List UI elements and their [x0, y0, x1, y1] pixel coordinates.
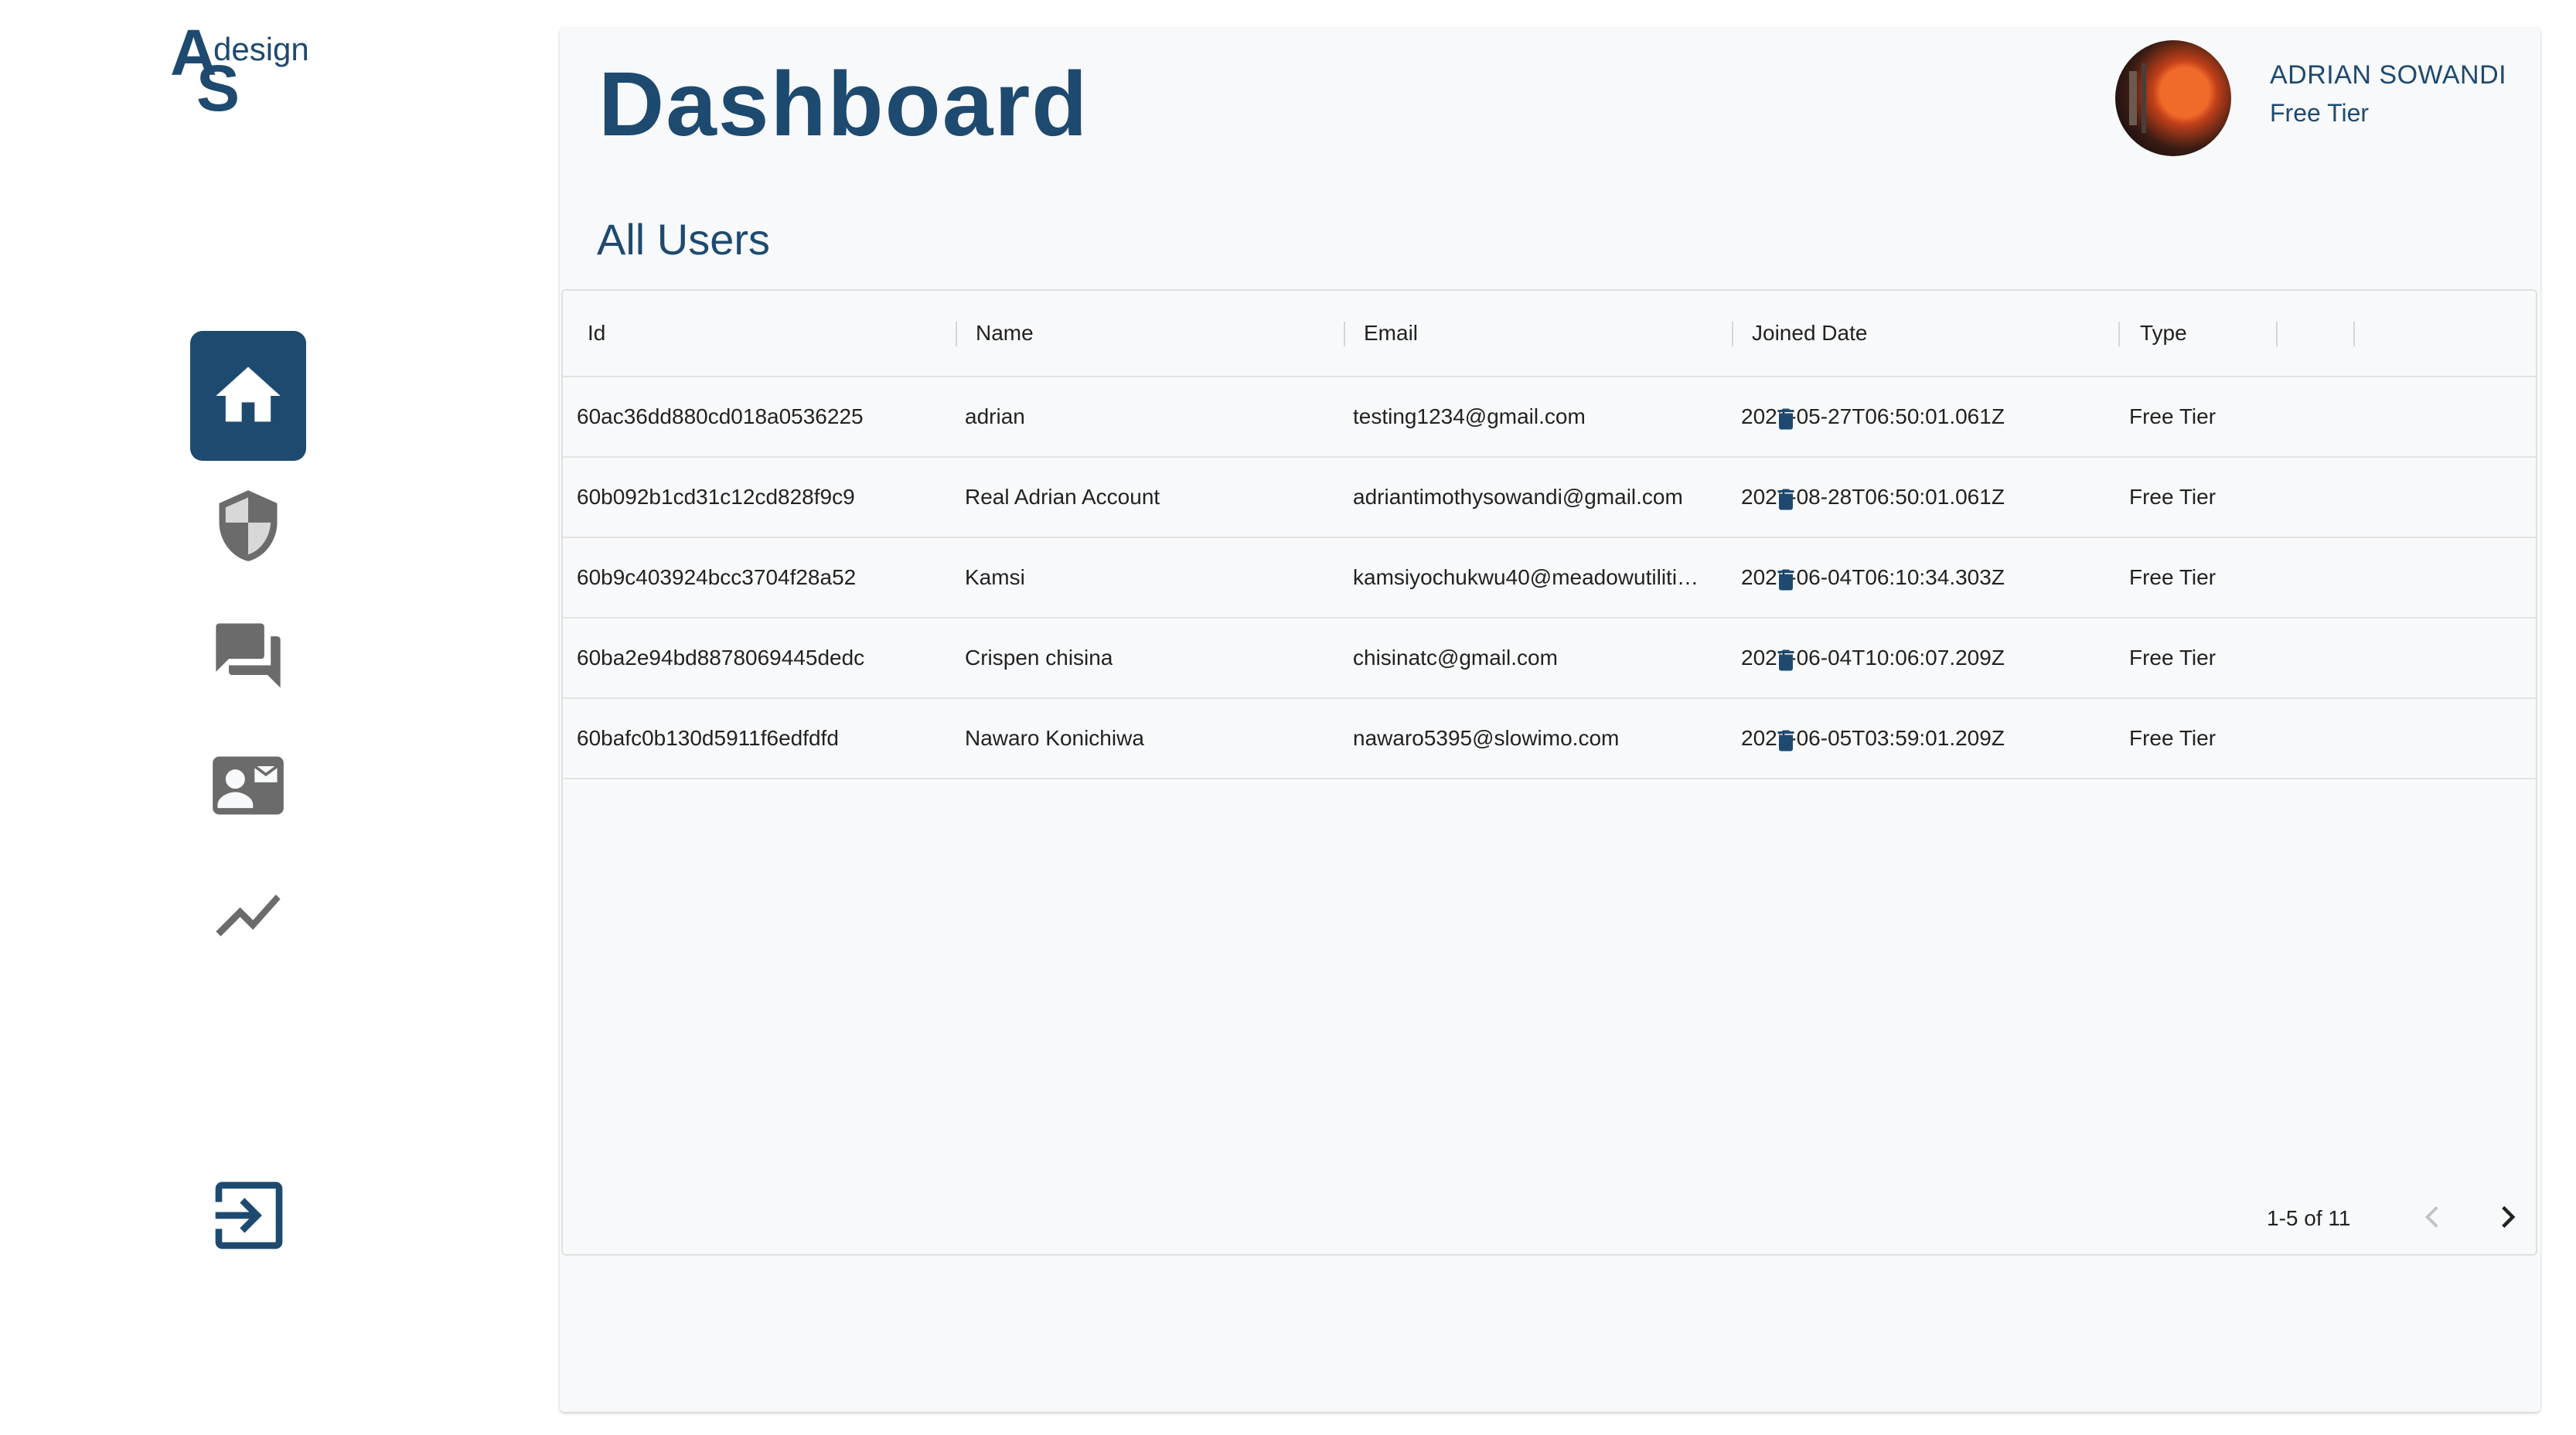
table-header: Id Name Email Joined Date Type [563, 291, 2536, 377]
cell-email-text: chisinatc@gmail.com [1353, 646, 1558, 670]
cell-type-text: Free Tier [2129, 404, 2217, 428]
page-title: Dashboard [598, 53, 1089, 155]
chat-icon [216, 623, 281, 688]
table-row[interactable]: 60ac36dd880cd018a0536225 adrian testing123… [563, 377, 2536, 458]
delete-icon[interactable] [1772, 725, 1800, 756]
column-header-email[interactable]: Email [1364, 291, 1418, 376]
column-separator[interactable] [2276, 322, 2278, 346]
chevron-left-icon [2424, 1206, 2438, 1228]
cell-email: nawaro5395@slowimo.com [1353, 699, 1709, 778]
shield-icon [219, 490, 278, 561]
cell-id-text: 60ba2e94bd8878069445dedc [577, 646, 865, 670]
cell-name: Real Adrian Account [965, 458, 1328, 537]
contact-card-icon [213, 756, 284, 815]
column-header-name[interactable]: Name [976, 291, 1034, 376]
cell-email-text: adriantimothysowandi@gmail.com [1353, 485, 1683, 509]
logout-icon [215, 1181, 283, 1249]
next-page-button[interactable] [2485, 1194, 2531, 1240]
cell-type-text: Free Tier [2129, 565, 2217, 589]
cell-type-text: Free Tier [2129, 646, 2217, 670]
cell-name: Kamsi [965, 538, 1328, 617]
cell-name-text: adrian [965, 404, 1025, 428]
sidebar-item-analytics[interactable] [190, 850, 306, 980]
delete-icon[interactable] [1772, 564, 1800, 595]
cell-email-text: kamsiyochukwu40@meadowutiliti… [1353, 565, 1699, 589]
column-header-id[interactable]: Id [588, 291, 605, 376]
users-table: Id Name Email Joined Date Type 60ac36dd8… [561, 289, 2537, 1256]
cell-type: Free Tier [2129, 538, 2268, 617]
logout-button[interactable] [209, 1175, 289, 1256]
logo: A S design [170, 15, 325, 121]
cell-name-text: Kamsi [965, 565, 1025, 589]
sidebar-item-contacts[interactable] [190, 721, 306, 850]
section-title: All Users [597, 215, 771, 264]
delete-icon[interactable] [1772, 404, 1800, 435]
cell-type: Free Tier [2129, 699, 2268, 778]
cell-email: kamsiyochukwu40@meadowutiliti… [1353, 538, 1709, 617]
cell-id: 60ba2e94bd8878069445dedc [577, 619, 940, 697]
cell-email: chisinatc@gmail.com [1353, 619, 1709, 697]
column-separator[interactable] [1732, 322, 1733, 346]
cell-type-text: Free Tier [2129, 485, 2217, 509]
table-row[interactable]: 60b9c403924bcc3704f28a52 Kamsi kamsiyochuk… [563, 538, 2536, 619]
cell-name-text: Nawaro Konichiwa [965, 726, 1144, 750]
sidebar-item-home[interactable] [190, 331, 306, 461]
table-row[interactable]: 60b092b1cd31c12cd828f9c9 Real Adrian Acco… [563, 458, 2536, 538]
user-tier: Free Tier [2270, 99, 2370, 127]
main-panel: Dashboard ADRIAN SOWANDI Free Tier All U… [560, 28, 2540, 1412]
cell-name: Nawaro Konichiwa [965, 699, 1328, 778]
cell-email-text: testing1234@gmail.com [1353, 404, 1586, 428]
logo-word: design [213, 31, 309, 67]
cell-name: adrian [965, 377, 1328, 456]
column-separator[interactable] [956, 322, 957, 346]
cell-id-text: 60b092b1cd31c12cd828f9c9 [577, 485, 855, 509]
column-separator[interactable] [2353, 322, 2355, 346]
cell-type: Free Tier [2129, 377, 2268, 456]
user-name: ADRIAN SOWANDI [2270, 60, 2507, 90]
table-row[interactable]: 60ba2e94bd8878069445dedc Crispen chisina c… [563, 619, 2536, 699]
cell-name: Crispen chisina [965, 619, 1328, 697]
cell-type: Free Tier [2129, 619, 2268, 697]
sidebar-item-messages[interactable] [190, 591, 306, 721]
cell-id-text: 60ac36dd880cd018a0536225 [577, 404, 864, 428]
cell-id-text: 60b9c403924bcc3704f28a52 [577, 565, 857, 589]
cell-type-text: Free Tier [2129, 726, 2217, 750]
sidebar-item-security[interactable] [190, 461, 306, 591]
cell-type: Free Tier [2129, 458, 2268, 537]
column-header-joined-date[interactable]: Joined Date [1752, 291, 1867, 376]
home-icon [216, 366, 281, 422]
pagination-label: 1-5 of 11 [2267, 1206, 2351, 1230]
delete-icon[interactable] [1772, 484, 1800, 515]
cell-email-text: nawaro5395@slowimo.com [1353, 726, 1620, 750]
cell-id: 60ac36dd880cd018a0536225 [577, 377, 940, 456]
chevron-right-icon [2502, 1205, 2516, 1229]
column-separator[interactable] [1344, 322, 1345, 346]
delete-icon[interactable] [1772, 645, 1800, 676]
trending-icon [216, 894, 281, 937]
cell-id-text: 60bafc0b130d5911f6edfdfd [577, 726, 839, 750]
sidebar: A S design [0, 0, 541, 1435]
cell-name-text: Crispen chisina [965, 646, 1113, 670]
cell-id: 60b9c403924bcc3704f28a52 [577, 538, 940, 617]
cell-email: adriantimothysowandi@gmail.com [1353, 458, 1709, 537]
cell-name-text: Real Adrian Account [965, 485, 1160, 509]
previous-page-button[interactable] [2409, 1194, 2455, 1240]
cell-id: 60b092b1cd31c12cd828f9c9 [577, 458, 940, 537]
cell-id: 60bafc0b130d5911f6edfdfd [577, 699, 940, 778]
column-separator[interactable] [2118, 322, 2120, 346]
cell-email: testing1234@gmail.com [1353, 377, 1709, 456]
avatar[interactable] [2115, 40, 2231, 156]
table-row[interactable]: 60bafc0b130d5911f6edfdfd Nawaro Konichiwa… [563, 699, 2536, 779]
column-header-type[interactable]: Type [2140, 291, 2187, 376]
